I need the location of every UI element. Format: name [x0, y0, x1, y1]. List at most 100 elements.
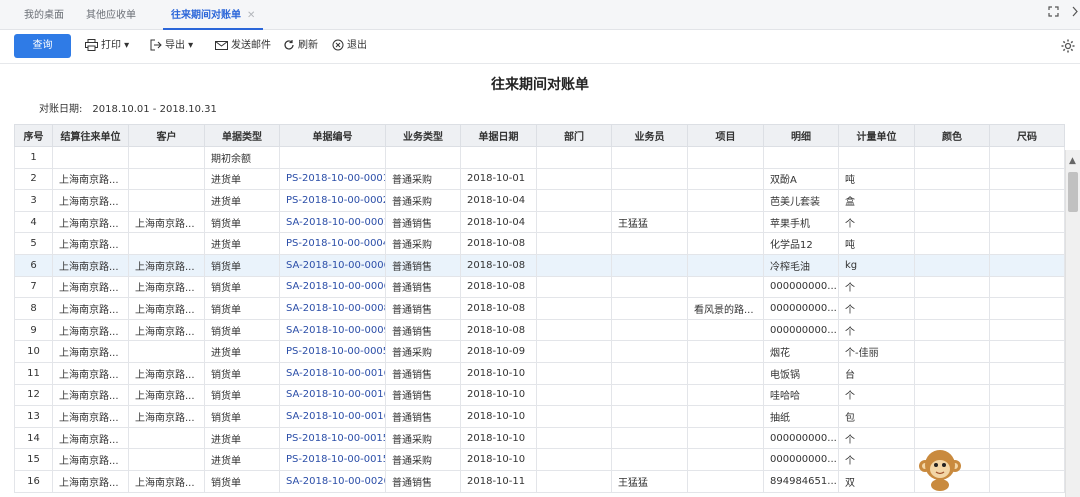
table-cell: 个 [838, 318, 915, 342]
chevron-down-icon: ▾ [121, 40, 130, 51]
table-cell: 8 [14, 297, 53, 320]
table-cell[interactable]: SA-2018-10-00-0008 [279, 297, 386, 320]
table-cell[interactable]: SA-2018-10-00-0016 [279, 405, 386, 428]
table-row[interactable]: 11 上海南京路... 上海南京路... 销货单 SA-2018-10-00-0016 普… [14, 361, 1065, 385]
tab-other-receivables[interactable]: 其他应收单 [86, 0, 136, 30]
table-cell[interactable]: SA-2018-10-00-0006 [279, 253, 386, 277]
table-cell: 吨 [838, 232, 915, 255]
table-cell[interactable] [279, 146, 386, 169]
table-cell: 7 [14, 275, 53, 299]
column-header[interactable]: 单据类型 [204, 124, 280, 147]
table-cell [989, 275, 1065, 299]
table-cell: 11 [14, 361, 53, 385]
table-row[interactable]: 12 上海南京路... 上海南京路... 销货单 SA-2018-10-00-0016 普… [14, 383, 1065, 407]
send-email-label: 发送邮件 [231, 40, 271, 51]
table-cell[interactable]: PS-2018-10-00-0015 [279, 448, 386, 471]
table-row[interactable]: 10 上海南京路... 进货单 PS-2018-10-00-0005 普通采购 2018-… [14, 340, 1065, 363]
table-cell[interactable]: SA-2018-10-00-0001 [279, 210, 386, 234]
table-row[interactable]: 16 上海南京路... 上海南京路... 销货单 SA-2018-10-00-0020 普… [14, 469, 1065, 493]
vertical-scrollbar[interactable]: ▲ [1065, 150, 1080, 497]
export-button[interactable]: 导出 ▾ [150, 34, 193, 58]
table-cell[interactable]: SA-2018-10-00-0016 [279, 383, 386, 407]
table-cell[interactable]: PS-2018-10-00-0002 [279, 189, 386, 212]
exit-button[interactable]: 退出 [332, 34, 367, 58]
column-header[interactable]: 单据编号 [279, 124, 386, 147]
table-row[interactable]: 2 上海南京路... 进货单 PS-2018-10-00-0001 普通采购 2018-1… [14, 167, 1065, 191]
tab-my-desktop[interactable]: 我的桌面 [24, 0, 64, 30]
scrollbar-thumb[interactable] [1068, 172, 1078, 212]
column-header[interactable]: 尺码 [989, 124, 1065, 147]
table-cell: 双酚A [763, 167, 839, 191]
table-cell: 2018-10-09 [460, 340, 537, 363]
table-cell: 销货单 [204, 253, 280, 277]
mascot-monkey-icon[interactable] [916, 444, 964, 492]
column-header[interactable]: 单据日期 [460, 124, 537, 147]
table-cell[interactable]: SA-2018-10-00-0020 [279, 469, 386, 493]
table-row[interactable]: 1 期初余额 [14, 146, 1065, 169]
table-row[interactable]: 9 上海南京路... 上海南京路... 销货单 SA-2018-10-00-0009 普通… [14, 318, 1065, 342]
table-cell: 2018-10-10 [460, 361, 537, 385]
table-cell: 销货单 [204, 469, 280, 493]
print-button[interactable]: 打印 ▾ [85, 34, 129, 58]
table-cell [536, 405, 612, 428]
table-cell [989, 361, 1065, 385]
column-header[interactable]: 结算往来单位 [52, 124, 129, 147]
column-header[interactable]: 业务类型 [385, 124, 461, 147]
table-row[interactable]: 3 上海南京路... 进货单 PS-2018-10-00-0002 普通采购 2018-1… [14, 189, 1065, 212]
table-cell[interactable]: SA-2018-10-00-0006 [279, 275, 386, 299]
table-cell: 000000000... [763, 275, 839, 299]
table-body: 1 期初余额 2 上海南京路... 进货单 PS-2018-10-00-0001 普通采购 2… [14, 146, 1065, 493]
maximize-icon[interactable] [1046, 6, 1060, 20]
table-cell [536, 167, 612, 191]
table-row[interactable]: 15 上海南京路... 进货单 PS-2018-10-00-0015 普通采购 2018-… [14, 448, 1065, 471]
table-cell[interactable]: PS-2018-10-00-0001 [279, 167, 386, 191]
table-cell: 2018-10-01 [460, 167, 537, 191]
table-cell: 销货单 [204, 318, 280, 342]
collapse-icon[interactable] [1068, 6, 1080, 20]
table-row[interactable]: 4 上海南京路... 上海南京路... 销货单 SA-2018-10-00-0001 普通… [14, 210, 1065, 234]
refresh-button[interactable]: 刷新 [283, 34, 318, 58]
table-cell[interactable]: PS-2018-10-00-0005 [279, 340, 386, 363]
column-header[interactable]: 序号 [14, 124, 53, 147]
column-header[interactable]: 明细 [763, 124, 839, 147]
table-cell: 普通销售 [385, 253, 461, 277]
table-cell [385, 146, 461, 169]
table-cell [914, 253, 990, 277]
column-header[interactable]: 业务员 [611, 124, 688, 147]
printer-icon [85, 39, 98, 51]
table-cell: 上海南京路... [52, 383, 129, 407]
table-cell [536, 426, 612, 450]
table-cell [687, 318, 764, 342]
table-row[interactable]: 6 上海南京路... 上海南京路... 销货单 SA-2018-10-00-0006 普通… [14, 253, 1065, 277]
table-cell[interactable]: PS-2018-10-00-0004 [279, 232, 386, 255]
table-cell: 上海南京路... [128, 297, 205, 320]
query-button[interactable]: 查询 [14, 34, 71, 58]
table-row[interactable]: 8 上海南京路... 上海南京路... 销货单 SA-2018-10-00-0008 普通… [14, 297, 1065, 320]
table-row[interactable]: 7 上海南京路... 上海南京路... 销货单 SA-2018-10-00-0006 普通… [14, 275, 1065, 299]
table-cell[interactable]: PS-2018-10-00-0015 [279, 426, 386, 450]
column-header[interactable]: 项目 [687, 124, 764, 147]
column-header[interactable]: 部门 [536, 124, 612, 147]
table-cell[interactable]: SA-2018-10-00-0009 [279, 318, 386, 342]
scroll-up-icon[interactable]: ▲ [1069, 156, 1076, 166]
column-header[interactable]: 颜色 [914, 124, 990, 147]
table-cell: 2018-10-10 [460, 405, 537, 428]
table-row[interactable]: 5 上海南京路... 进货单 PS-2018-10-00-0004 普通采购 2018-1… [14, 232, 1065, 255]
table-cell: 芭美儿套装 [763, 189, 839, 212]
send-email-button[interactable]: 发送邮件 [215, 34, 271, 58]
table-cell: 王猛猛 [611, 469, 688, 493]
tab-period-statement[interactable]: 往来期间对账单 ✕ [163, 0, 264, 30]
table-row[interactable]: 13 上海南京路... 上海南京路... 销货单 SA-2018-10-00-0016 普… [14, 405, 1065, 428]
table-cell [536, 232, 612, 255]
column-header[interactable]: 计量单位 [838, 124, 915, 147]
column-header[interactable]: 客户 [128, 124, 205, 147]
table-cell: 期初余额 [204, 146, 280, 169]
table-cell: 上海南京路... [52, 232, 129, 255]
close-icon[interactable]: ✕ [247, 10, 255, 21]
gear-icon[interactable] [1060, 38, 1076, 54]
table-row[interactable]: 14 上海南京路... 进货单 PS-2018-10-00-0015 普通采购 2018-… [14, 426, 1065, 450]
table-cell [687, 189, 764, 212]
table-cell[interactable]: SA-2018-10-00-0016 [279, 361, 386, 385]
table-cell: 个 [838, 383, 915, 407]
table-cell [989, 405, 1065, 428]
